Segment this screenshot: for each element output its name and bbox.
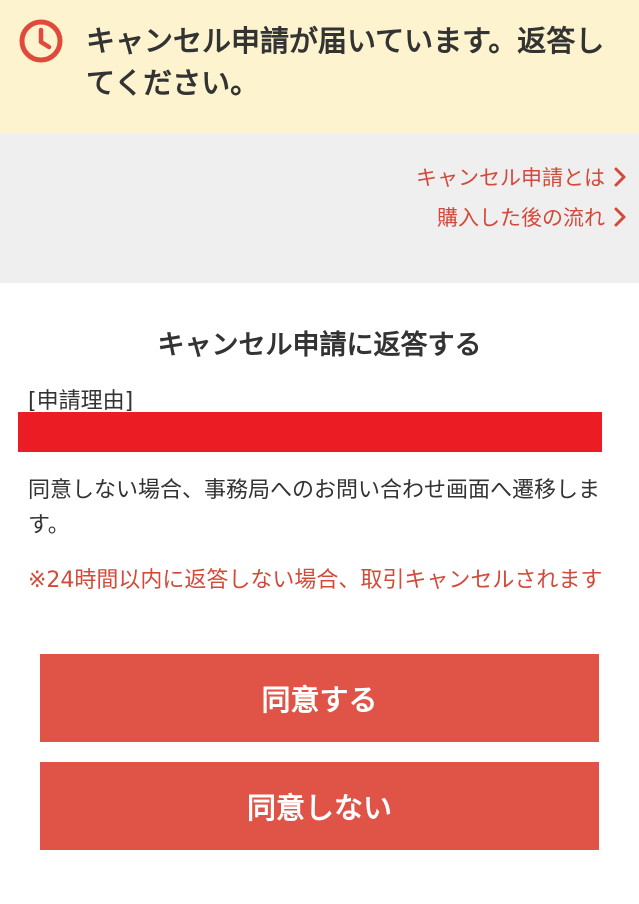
disagree-button[interactable]: 同意しない — [40, 762, 599, 850]
section-title: キャンセル申請に返答する — [157, 330, 482, 361]
help-links-area: キャンセル申請とは 購入した後の流れ — [0, 134, 639, 283]
banner-message: キャンセル申請が届いています。返答してください。 — [86, 24, 605, 100]
respond-section: キャンセル申請に返答する [申請理由] 同意しない場合、事務局へのお問い合わせ画… — [0, 283, 639, 904]
link-label: キャンセル申請とは — [416, 166, 605, 190]
link-what-is-cancel-request[interactable]: キャンセル申請とは — [416, 162, 629, 192]
link-after-purchase-flow[interactable]: 購入した後の流れ — [437, 202, 629, 232]
notification-banner: キャンセル申請が届いています。返答してください。 — [0, 0, 639, 134]
chevron-right-icon — [614, 207, 626, 227]
timeout-warning: ※24時間以内に返答しない場合、取引キャンセルされます — [28, 568, 603, 593]
agree-button[interactable]: 同意する — [40, 654, 599, 742]
link-label: 購入した後の流れ — [437, 206, 605, 230]
clock-icon — [19, 19, 63, 63]
reason-label: [申請理由] — [28, 389, 134, 414]
chevron-right-icon — [614, 167, 626, 187]
disagree-description: 同意しない場合、事務局へのお問い合わせ画面へ遷移します。 — [28, 478, 601, 538]
reason-redacted-block — [18, 412, 602, 452]
